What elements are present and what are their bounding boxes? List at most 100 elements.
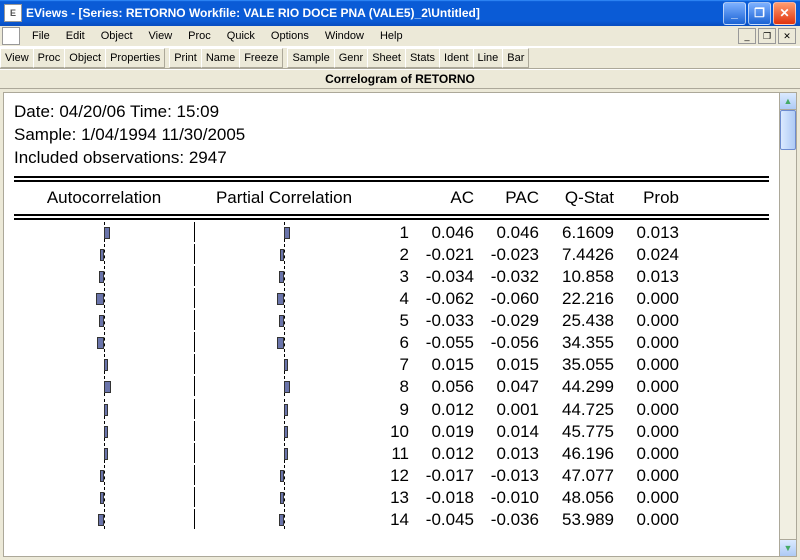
tb-name[interactable]: Name [201,48,240,68]
minimize-button[interactable]: _ [723,2,746,25]
cell-qstat: 44.725 [539,399,614,421]
hdr-qstat: Q-Stat [539,188,614,208]
hdr-pac: Partial Correlation [194,188,374,208]
tb-print[interactable]: Print [169,48,202,68]
cell-qstat: 47.077 [539,465,614,487]
cell-ac: -0.062 [409,288,474,310]
cell-lag: 13 [374,487,409,509]
maximize-button[interactable]: ❐ [748,2,771,25]
close-button[interactable]: ✕ [773,2,796,25]
table-row: 5-0.033-0.02925.4380.000 [4,310,779,332]
cell-lag: 6 [374,332,409,354]
cell-lag: 8 [374,376,409,398]
meta-obs: Included observations: 2947 [14,147,769,170]
cell-qstat: 48.056 [539,487,614,509]
tb-proc[interactable]: Proc [33,48,66,68]
cell-pac: -0.023 [474,244,539,266]
toolbar: View Proc Object Properties Print Name F… [0,47,800,69]
tb-sample[interactable]: Sample [287,48,334,68]
scroll-down-button[interactable]: ▼ [780,539,796,556]
cell-pac: -0.010 [474,487,539,509]
cell-pac: -0.056 [474,332,539,354]
tb-object[interactable]: Object [64,48,106,68]
menu-bar: File Edit Object View Proc Quick Options… [0,26,800,47]
cell-ac: -0.017 [409,465,474,487]
document-icon [2,27,20,45]
table-row: 4-0.062-0.06022.2160.000 [4,288,779,310]
tb-sheet[interactable]: Sheet [367,48,406,68]
cell-ac: 0.012 [409,443,474,465]
cell-lag: 9 [374,399,409,421]
tb-genr[interactable]: Genr [334,48,368,68]
cell-pac: 0.014 [474,421,539,443]
cell-prob: 0.000 [614,465,679,487]
table-row: 90.0120.00144.7250.000 [4,399,779,421]
menu-proc[interactable]: Proc [180,28,219,44]
tb-ident[interactable]: Ident [439,48,473,68]
tb-stats[interactable]: Stats [405,48,440,68]
menu-help[interactable]: Help [372,28,411,44]
cell-lag: 10 [374,421,409,443]
tb-freeze[interactable]: Freeze [239,48,283,68]
cell-ac: -0.045 [409,509,474,531]
cell-qstat: 46.196 [539,443,614,465]
cell-prob: 0.000 [614,354,679,376]
cell-lag: 4 [374,288,409,310]
cell-prob: 0.013 [614,266,679,288]
tb-line[interactable]: Line [473,48,504,68]
cell-ac: -0.055 [409,332,474,354]
cell-prob: 0.000 [614,310,679,332]
meta-date: Date: 04/20/06 Time: 15:09 [14,101,769,124]
menu-file[interactable]: File [24,28,58,44]
cell-qstat: 34.355 [539,332,614,354]
cell-pac: -0.013 [474,465,539,487]
tb-bar[interactable]: Bar [502,48,529,68]
hdr-acv: AC [409,188,474,208]
table-row: 80.0560.04744.2990.000 [4,376,779,398]
app-icon: E [4,4,22,22]
cell-qstat: 44.299 [539,376,614,398]
table-row: 110.0120.01346.1960.000 [4,443,779,465]
cell-prob: 0.024 [614,244,679,266]
hdr-prob: Prob [614,188,679,208]
menu-object[interactable]: Object [93,28,141,44]
menu-options[interactable]: Options [263,28,317,44]
mdi-minimize-button[interactable]: _ [738,28,756,44]
menu-edit[interactable]: Edit [58,28,93,44]
mdi-close-button[interactable]: ✕ [778,28,796,44]
menu-window[interactable]: Window [317,28,372,44]
cell-ac: 0.046 [409,222,474,244]
mdi-restore-button[interactable]: ❐ [758,28,776,44]
cell-qstat: 25.438 [539,310,614,332]
cell-ac: 0.015 [409,354,474,376]
vertical-scrollbar[interactable]: ▲ ▼ [779,92,797,557]
cell-qstat: 35.055 [539,354,614,376]
cell-lag: 2 [374,244,409,266]
table-row: 12-0.017-0.01347.0770.000 [4,465,779,487]
cell-pac: 0.047 [474,376,539,398]
cell-prob: 0.000 [614,332,679,354]
cell-pac: -0.032 [474,266,539,288]
window-title: EViews - [Series: RETORNO Workfile: VALE… [26,6,480,20]
cell-ac: 0.056 [409,376,474,398]
cell-prob: 0.013 [614,222,679,244]
cell-prob: 0.000 [614,376,679,398]
tb-properties[interactable]: Properties [105,48,165,68]
cell-prob: 0.000 [614,421,679,443]
cell-qstat: 7.4426 [539,244,614,266]
scroll-thumb[interactable] [780,110,796,150]
menu-view[interactable]: View [141,28,181,44]
tb-view[interactable]: View [0,48,34,68]
table-body: 10.0460.0466.16090.0132-0.021-0.0237.442… [4,222,779,531]
meta-sample: Sample: 1/04/1994 11/30/2005 [14,124,769,147]
cell-lag: 7 [374,354,409,376]
hdr-lag [374,188,409,208]
menu-quick[interactable]: Quick [219,28,263,44]
cell-prob: 0.000 [614,399,679,421]
cell-ac: -0.034 [409,266,474,288]
title-bar: E EViews - [Series: RETORNO Workfile: VA… [0,0,800,26]
cell-ac: 0.012 [409,399,474,421]
scroll-up-button[interactable]: ▲ [780,93,796,110]
table-row: 6-0.055-0.05634.3550.000 [4,332,779,354]
table-row: 2-0.021-0.0237.44260.024 [4,244,779,266]
